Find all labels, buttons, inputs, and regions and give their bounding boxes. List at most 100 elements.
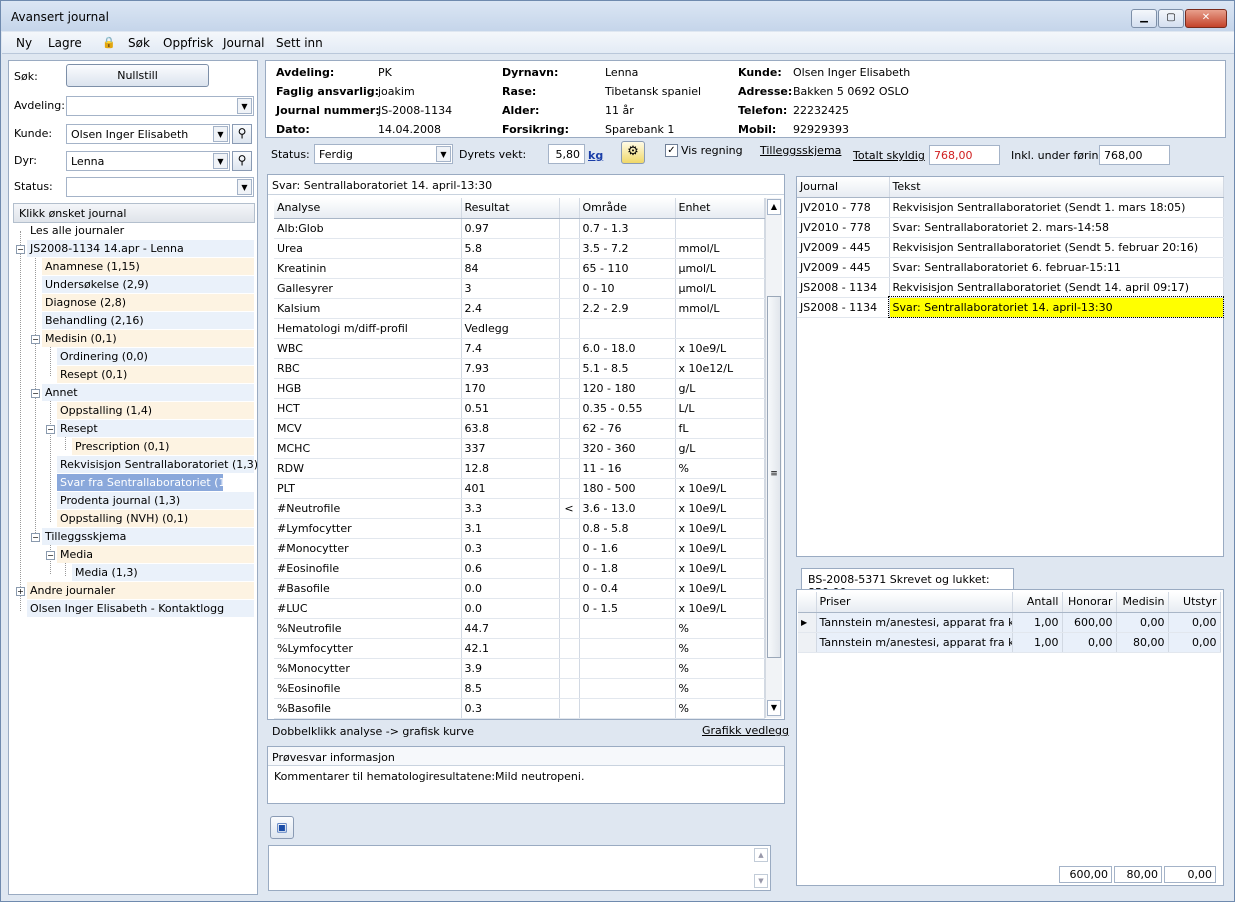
lab-row[interactable]: %Lymfocytter 42.1%	[274, 638, 765, 659]
settings-gear-button[interactable]: ⚙	[621, 141, 645, 164]
lab-row[interactable]: #Eosinofile 0.6 0 - 1.8 x 10e9/L	[274, 558, 765, 579]
collapse-icon[interactable]: −	[46, 425, 55, 434]
journal-row[interactable]: JS2008 - 1134 Rekvisisjon Sentrallaborato…	[797, 277, 1224, 298]
lab-row[interactable]: Alb:Glob 0.97 0.7 - 1.3	[274, 218, 765, 239]
expand-icon[interactable]: +	[16, 587, 25, 596]
journal-row[interactable]: JV2009 - 445 Rekvisisjon Sentrallaborator…	[797, 237, 1224, 258]
tree-node-andre[interactable]: Andre journaler	[27, 582, 254, 599]
lab-row[interactable]: Gallesyrer 3 0 - 10 µmol/L	[274, 278, 765, 299]
tree-node-tilleggsskjema[interactable]: Tilleggsskjema	[42, 528, 254, 545]
collapse-icon[interactable]: −	[31, 533, 40, 542]
tree-node-behandling[interactable]: Behandling (2,16)	[42, 312, 254, 329]
lock-icon[interactable]: 🔒	[102, 36, 116, 49]
tree-node-diagnose[interactable]: Diagnose (2,8)	[42, 294, 254, 311]
lab-row[interactable]: #Basofile 0.0 0 - 0.4 x 10e9/L	[274, 578, 765, 599]
tilleggsskjema-link[interactable]: Tilleggsskjema	[760, 144, 841, 157]
lab-row[interactable]: HCT 0.51 0.35 - 0.55 L/L	[274, 398, 765, 419]
billing-row[interactable]: ▶ Tannstein m/anestesi, apparat fra kr. 1,…	[798, 612, 1221, 633]
col-tekst[interactable]: Tekst	[889, 177, 1224, 198]
journal-row[interactable]: JS2008 - 1134 Svar: Sentrallaboratoriet 1…	[797, 296, 1224, 318]
tree-node-journal[interactable]: JS2008-1134 14.apr - Lenna	[27, 240, 254, 257]
tree-node-svar[interactable]: Svar fra Sentrallaboratoriet (1,3)	[57, 474, 240, 491]
tree-node-annet[interactable]: Annet	[42, 384, 254, 401]
lab-row[interactable]: RDW 12.8 11 - 16%	[274, 458, 765, 479]
tree-node-undersokelse[interactable]: Undersøkelse (2,9)	[42, 276, 254, 293]
kunde-search-button[interactable]: ⚲	[232, 124, 252, 144]
lab-row[interactable]: WBC 7.4 6.0 - 18.0 x 10e9/L	[274, 338, 765, 359]
billing-tab[interactable]: BS-2008-5371 Skrevet og lukket: 850,00	[801, 568, 1014, 599]
status-select[interactable]: ▼	[66, 177, 254, 197]
tree-node-resept[interactable]: Resept (0,1)	[57, 366, 254, 383]
col-enhet[interactable]: Enhet	[675, 198, 765, 219]
lab-row[interactable]: %Neutrofile 44.7%	[274, 618, 765, 639]
journal-row[interactable]: JV2009 - 445 Svar: Sentrallaboratoriet 6.…	[797, 257, 1224, 278]
col-resultat[interactable]: Resultat	[461, 198, 560, 219]
grafikk-vedlegg-link[interactable]: Grafikk vedlegg	[702, 724, 789, 737]
tree-node-rekvisisjon[interactable]: Rekvisisjon Sentrallaboratoriet (1,3)	[57, 456, 258, 473]
collapse-icon[interactable]: −	[31, 389, 40, 398]
col-utstyr[interactable]: Utstyr	[1168, 592, 1221, 613]
dyr-search-button[interactable]: ⚲	[232, 151, 252, 171]
lab-row[interactable]: %Eosinofile 8.5%	[274, 678, 765, 699]
lab-row[interactable]: MCV 63.8 62 - 76 fL	[274, 418, 765, 439]
lab-row[interactable]: #LUC 0.0 0 - 1.5 x 10e9/L	[274, 598, 765, 619]
dyr-select[interactable]: Lenna ▼	[66, 151, 230, 171]
tree-node-media[interactable]: Media	[57, 546, 254, 563]
tree-node-prodenta[interactable]: Prodenta journal (1,3)	[57, 492, 254, 509]
close-button[interactable]: ✕	[1185, 9, 1227, 28]
lab-row[interactable]: Urea 5.8 3.5 - 7.2 mmol/L	[274, 238, 765, 259]
scroll-up-icon[interactable]: ▲	[767, 199, 781, 215]
journal-row[interactable]: JV2010 - 778 Svar: Sentrallaboratoriet 2.…	[797, 217, 1224, 238]
scroll-down-icon[interactable]: ▼	[754, 874, 768, 888]
col-medisin[interactable]: Medisin	[1116, 592, 1169, 613]
lab-row[interactable]: #Lymfocytter 3.1 0.8 - 5.8 x 10e9/L	[274, 518, 765, 539]
kunde-select[interactable]: Olsen Inger Elisabeth ▼	[66, 124, 230, 144]
tree-node-prescription[interactable]: Prescription (0,1)	[72, 438, 254, 455]
lab-row[interactable]: Kalsium 2.4 2.2 - 2.9 mmol/L	[274, 298, 765, 319]
tree-node-oppstalling-nvh[interactable]: Oppstalling (NVH) (0,1)	[57, 510, 254, 527]
lab-row[interactable]: HGB 170 120 - 180 g/L	[274, 378, 765, 399]
col-honorar[interactable]: Honorar	[1062, 592, 1117, 613]
tree-node-les-alle[interactable]: Les alle journaler	[27, 222, 127, 239]
col-flag[interactable]	[559, 198, 580, 219]
lab-row[interactable]: Kreatinin 84 65 - 110 µmol/L	[274, 258, 765, 279]
lab-row[interactable]: MCHC 337 320 - 360 g/L	[274, 438, 765, 459]
journal-row[interactable]: JV2010 - 778 Rekvisisjon Sentrallaborator…	[797, 197, 1224, 218]
menu-sok[interactable]: Søk	[128, 36, 150, 50]
lab-row[interactable]: #Monocytter 0.3 0 - 1.6 x 10e9/L	[274, 538, 765, 559]
col-journal[interactable]: Journal	[797, 177, 890, 198]
maximize-button[interactable]: ▢	[1158, 9, 1184, 28]
col-omrade[interactable]: Område	[579, 198, 676, 219]
menu-oppfrisk[interactable]: Oppfrisk	[163, 36, 213, 50]
totalt-skyldig-link[interactable]: Totalt skyldig	[853, 149, 925, 162]
lab-row[interactable]: %Basofile 0.3%	[274, 698, 765, 719]
vekt-input[interactable]: 5,80	[548, 144, 585, 164]
lab-row[interactable]: #Neutrofile 3.3 <3.6 - 13.0 x 10e9/L	[274, 498, 765, 519]
tree-node-kontaktlogg[interactable]: Olsen Inger Elisabeth - Kontaktlogg	[27, 600, 254, 617]
menu-lagre[interactable]: Lagre	[48, 36, 82, 50]
scroll-down-icon[interactable]: ▼	[767, 700, 781, 716]
collapse-icon[interactable]: −	[46, 551, 55, 560]
menu-sett-inn[interactable]: Sett inn	[276, 36, 323, 50]
lab-row[interactable]: PLT 401 180 - 500 x 10e9/L	[274, 478, 765, 499]
tree-node-oppstalling[interactable]: Oppstalling (1,4)	[57, 402, 254, 419]
tree-node-media-item[interactable]: Media (1,3)	[72, 564, 254, 581]
vis-regning-checkbox[interactable]: ✓	[665, 144, 678, 157]
tree-node-ordinering[interactable]: Ordinering (0,0)	[57, 348, 254, 365]
vekt-unit-link[interactable]: kg	[588, 149, 603, 162]
save-button[interactable]: ▣	[270, 816, 294, 839]
lab-row[interactable]: Hematologi m/diff-profil Vedlegg	[274, 318, 765, 339]
collapse-icon[interactable]: −	[16, 245, 25, 254]
lab-row[interactable]: %Monocytter 3.9%	[274, 658, 765, 679]
col-analyse[interactable]: Analyse	[274, 198, 462, 219]
lab-scrollbar[interactable]: ▲ ≡ ▼	[765, 198, 782, 718]
col-priser[interactable]: Priser	[816, 592, 1013, 613]
journal-status-select[interactable]: Ferdig ▼	[314, 144, 453, 164]
avdeling-select[interactable]: ▼	[66, 96, 254, 116]
scroll-thumb[interactable]: ≡	[767, 296, 781, 658]
tree-node-medisin[interactable]: Medisin (0,1)	[42, 330, 254, 347]
lab-row[interactable]: RBC 7.93 5.1 - 8.5 x 10e12/L	[274, 358, 765, 379]
billing-row[interactable]: Tannstein m/anestesi, apparat fra kr....…	[798, 632, 1221, 653]
minimize-button[interactable]: ▁	[1131, 9, 1157, 28]
note-textarea[interactable]: ▲ ▼	[268, 845, 771, 891]
